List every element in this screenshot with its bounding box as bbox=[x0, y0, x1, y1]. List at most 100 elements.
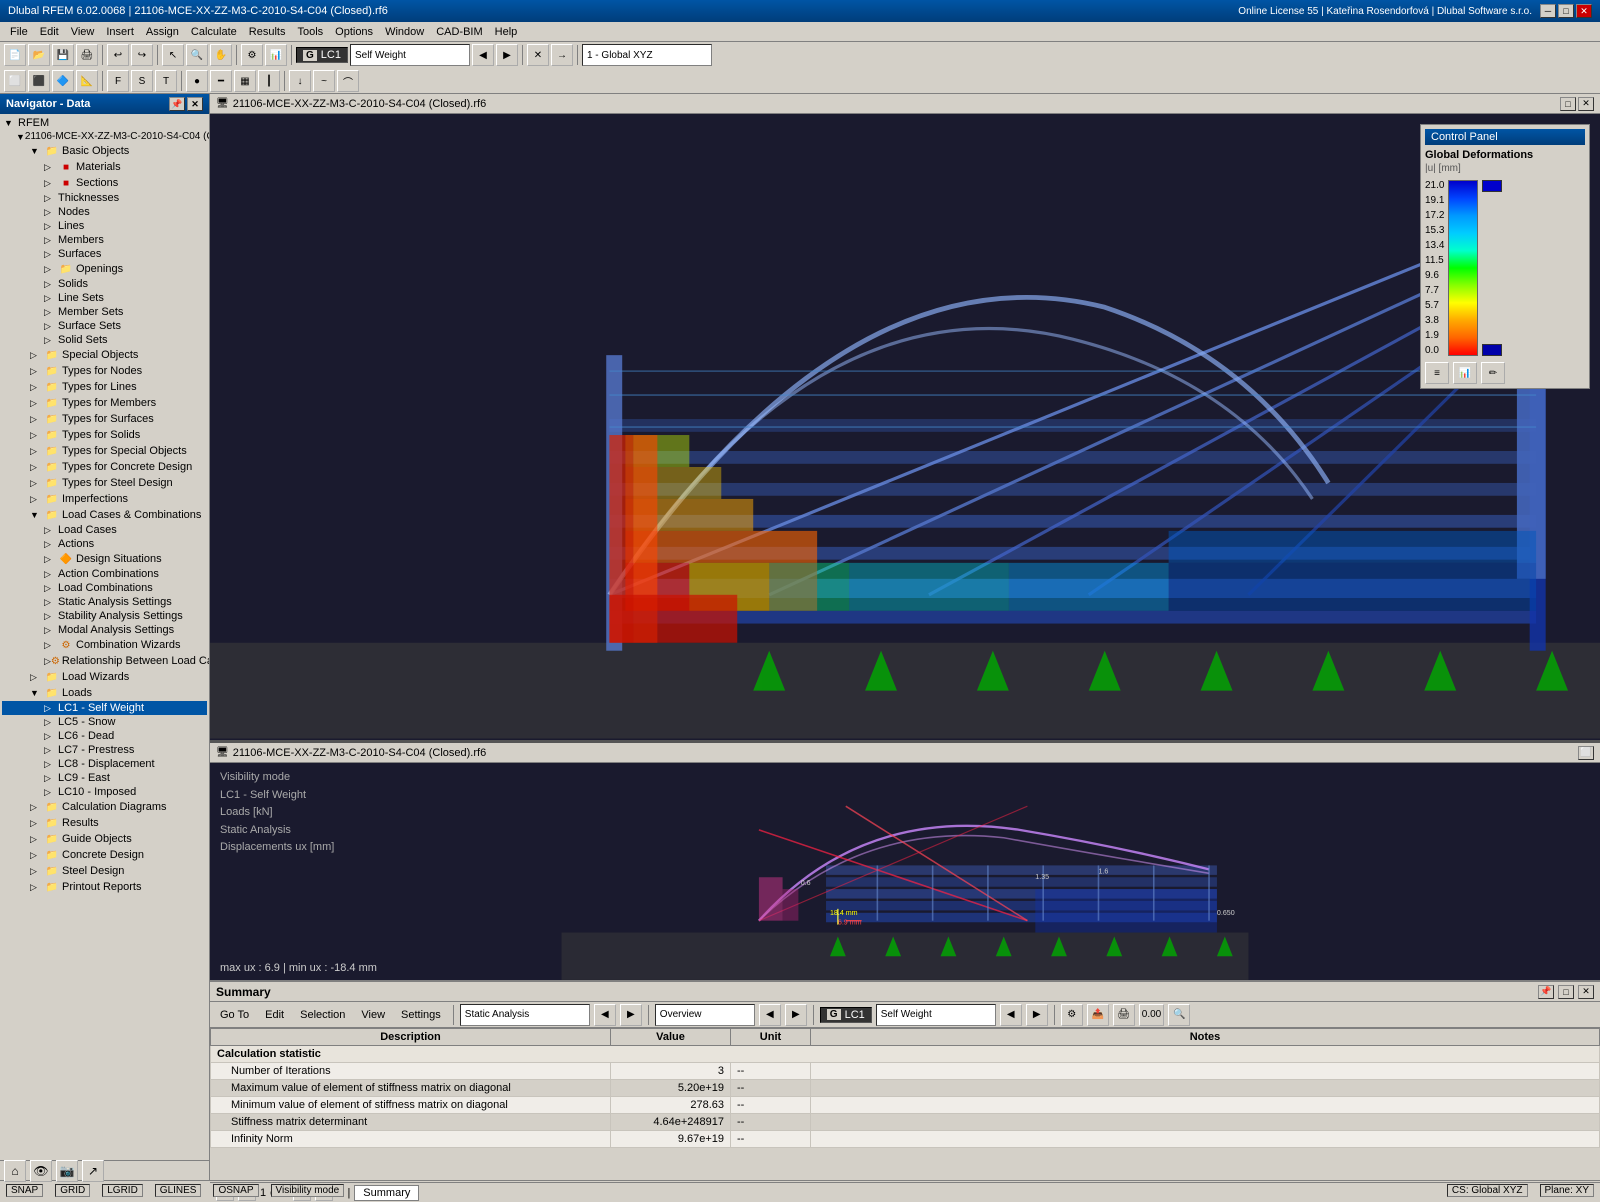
nav-item-rel-lc[interactable]: ▷ ⚙ Relationship Between Load Cases bbox=[2, 653, 207, 669]
nav-eye-btn[interactable]: 👁 bbox=[30, 1160, 52, 1182]
lc-selector[interactable]: G LC1 bbox=[296, 47, 348, 63]
nav-item-types-concrete[interactable]: ▷ 📁 Types for Concrete Design bbox=[2, 459, 207, 475]
status-osnap[interactable]: OSNAP bbox=[213, 1184, 258, 1197]
tb-results-disp[interactable]: ~ bbox=[313, 70, 335, 92]
menu-window[interactable]: Window bbox=[379, 24, 430, 40]
menu-results[interactable]: Results bbox=[243, 24, 292, 40]
tb-lc-next[interactable]: ▶ bbox=[496, 44, 518, 66]
tb-results[interactable]: 📊 bbox=[265, 44, 287, 66]
summary-menu-settings[interactable]: Settings bbox=[395, 1007, 447, 1023]
menu-cadbim[interactable]: CAD-BIM bbox=[430, 24, 488, 40]
status-visibility[interactable]: Visibility mode bbox=[271, 1184, 345, 1197]
nav-item-lc1[interactable]: ▷ LC1 - Self Weight bbox=[2, 701, 207, 715]
overview-dropdown[interactable]: Overview bbox=[655, 1004, 755, 1026]
nav-item-types-steel[interactable]: ▷ 📁 Types for Steel Design bbox=[2, 475, 207, 491]
nav-item-results[interactable]: ▷ 📁 Results bbox=[2, 815, 207, 831]
summary-close-btn[interactable]: ✕ bbox=[1578, 985, 1594, 999]
nav-item-action-comb[interactable]: ▷ Action Combinations bbox=[2, 567, 207, 581]
nav-item-types-special[interactable]: ▷ 📁 Types for Special Objects bbox=[2, 443, 207, 459]
nav-item-thicknesses[interactable]: ▷ Thicknesses bbox=[2, 191, 207, 205]
status-glines[interactable]: GLINES bbox=[155, 1184, 202, 1197]
nav-item-load-wizards[interactable]: ▷ 📁 Load Wizards bbox=[2, 669, 207, 685]
sum-lc-next[interactable]: ▶ bbox=[1026, 1004, 1048, 1026]
nav-item-guide-objects[interactable]: ▷ 📁 Guide Objects bbox=[2, 831, 207, 847]
tb-surfaces[interactable]: ▦ bbox=[234, 70, 256, 92]
nav-item-comb-wizards[interactable]: ▷ ⚙ Combination Wizards bbox=[2, 637, 207, 653]
summary-menu-selection[interactable]: Selection bbox=[294, 1007, 351, 1023]
nav-item-calc-diagrams[interactable]: ▷ 📁 Calculation Diagrams bbox=[2, 799, 207, 815]
menu-options[interactable]: Options bbox=[329, 24, 379, 40]
nav-item-types-solids[interactable]: ▷ 📁 Types for Solids bbox=[2, 427, 207, 443]
nav-item-types-members[interactable]: ▷ 📁 Types for Members bbox=[2, 395, 207, 411]
nav-item-surfaces[interactable]: ▷ Surfaces bbox=[2, 247, 207, 261]
cp-btn-table[interactable]: ≡ bbox=[1425, 362, 1449, 384]
nav-close-btn[interactable]: ✕ bbox=[187, 97, 203, 111]
nav-item-solidsets[interactable]: ▷ Solid Sets bbox=[2, 333, 207, 347]
nav-home-btn[interactable]: ⌂ bbox=[4, 1160, 26, 1182]
menu-calculate[interactable]: Calculate bbox=[185, 24, 243, 40]
nav-item-lc8[interactable]: ▷ LC8 - Displacement bbox=[2, 757, 207, 771]
nav-item-lc5[interactable]: ▷ LC5 - Snow bbox=[2, 715, 207, 729]
nav-arrow-btn[interactable]: ↗ bbox=[82, 1160, 104, 1182]
bvp-expand-btn[interactable]: ⬜ bbox=[1578, 746, 1594, 760]
menu-edit[interactable]: Edit bbox=[34, 24, 65, 40]
minimize-btn[interactable]: ─ bbox=[1540, 4, 1556, 18]
summary-lc-name[interactable]: Self Weight bbox=[876, 1004, 996, 1026]
nav-item-modal-settings[interactable]: ▷ Modal Analysis Settings bbox=[2, 623, 207, 637]
tb-select[interactable]: ↖ bbox=[162, 44, 184, 66]
summary-pin-btn[interactable]: 📌 bbox=[1538, 985, 1554, 999]
nav-item-lines[interactable]: ▷ Lines bbox=[2, 219, 207, 233]
tb-view1[interactable]: ⬜ bbox=[4, 70, 26, 92]
nav-item-static-settings[interactable]: ▷ Static Analysis Settings bbox=[2, 595, 207, 609]
nav-item-printout[interactable]: ▷ 📁 Printout Reports bbox=[2, 879, 207, 895]
menu-help[interactable]: Help bbox=[489, 24, 524, 40]
nav-item-members[interactable]: ▷ Members bbox=[2, 233, 207, 247]
tb-x-arrow[interactable]: ✕ bbox=[527, 44, 549, 66]
cp-btn-chart[interactable]: 📊 bbox=[1453, 362, 1477, 384]
sum-filter[interactable]: ⚙ bbox=[1061, 1004, 1083, 1026]
tb-loads[interactable]: ↓ bbox=[289, 70, 311, 92]
status-grid[interactable]: GRID bbox=[55, 1184, 90, 1197]
tb-open[interactable]: 📂 bbox=[28, 44, 50, 66]
nav-item-membersets[interactable]: ▷ Member Sets bbox=[2, 305, 207, 319]
nav-item-nodes[interactable]: ▷ Nodes bbox=[2, 205, 207, 219]
nav-item-types-lines[interactable]: ▷ 📁 Types for Lines bbox=[2, 379, 207, 395]
sum-ov-next[interactable]: ▶ bbox=[785, 1004, 807, 1026]
tb-lc-prev[interactable]: ◀ bbox=[472, 44, 494, 66]
sum-print[interactable]: 🖨 bbox=[1113, 1004, 1135, 1026]
nav-item-rfem[interactable]: ▼ RFEM bbox=[2, 116, 207, 130]
nav-item-load-cases[interactable]: ▷ Load Cases bbox=[2, 523, 207, 537]
menu-insert[interactable]: Insert bbox=[100, 24, 140, 40]
top-viewport[interactable]: Control Panel Global Deformations |u| [m… bbox=[210, 114, 1600, 740]
nav-item-loads[interactable]: ▼ 📁 Loads bbox=[2, 685, 207, 701]
nav-camera-btn[interactable]: 📷 bbox=[56, 1160, 78, 1182]
sum-prev[interactable]: ◀ bbox=[594, 1004, 616, 1026]
summary-menu-edit[interactable]: Edit bbox=[259, 1007, 290, 1023]
tb-lines[interactable]: ━ bbox=[210, 70, 232, 92]
tb-zoom[interactable]: 🔍 bbox=[186, 44, 208, 66]
menu-file[interactable]: File bbox=[4, 24, 34, 40]
nav-item-materials[interactable]: ▷ ■ Materials bbox=[2, 159, 207, 175]
sum-zoom[interactable]: 0.00 bbox=[1139, 1004, 1164, 1026]
nav-item-actions[interactable]: ▷ Actions bbox=[2, 537, 207, 551]
nav-item-lc9[interactable]: ▷ LC9 - East bbox=[2, 771, 207, 785]
nav-item-lc10[interactable]: ▷ LC10 - Imposed bbox=[2, 785, 207, 799]
status-lgrid[interactable]: LGRID bbox=[102, 1184, 143, 1197]
nav-item-concrete-design[interactable]: ▷ 📁 Concrete Design bbox=[2, 847, 207, 863]
tb-calc[interactable]: ⚙ bbox=[241, 44, 263, 66]
tb-persp[interactable]: 📐 bbox=[76, 70, 98, 92]
nav-item-openings[interactable]: ▷ 📁 Openings bbox=[2, 261, 207, 277]
nav-item-basic-objects[interactable]: ▼ 📁 Basic Objects bbox=[2, 143, 207, 159]
nav-item-imperfections[interactable]: ▷ 📁 Imperfections bbox=[2, 491, 207, 507]
nav-item-types-nodes[interactable]: ▷ 📁 Types for Nodes bbox=[2, 363, 207, 379]
cp-btn-edit[interactable]: ✏ bbox=[1481, 362, 1505, 384]
summary-menu-view[interactable]: View bbox=[355, 1007, 391, 1023]
tb-top[interactable]: T bbox=[155, 70, 177, 92]
nav-item-linesets[interactable]: ▷ Line Sets bbox=[2, 291, 207, 305]
tb-front[interactable]: F bbox=[107, 70, 129, 92]
tb-side[interactable]: S bbox=[131, 70, 153, 92]
close-btn[interactable]: ✕ bbox=[1576, 4, 1592, 18]
tb-view2[interactable]: ⬛ bbox=[28, 70, 50, 92]
vp-close-btn[interactable]: ✕ bbox=[1578, 97, 1594, 111]
nav-item-special[interactable]: ▷ 📁 Special Objects bbox=[2, 347, 207, 363]
